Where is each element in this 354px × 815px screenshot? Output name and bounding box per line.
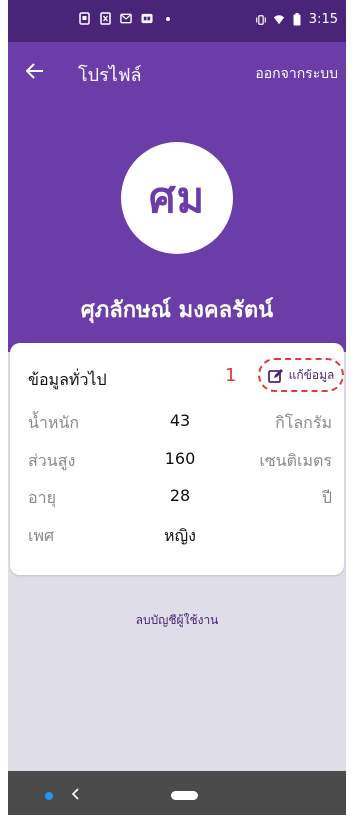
info-row-weight: น้ำหนัก 43 กิโลกรัม — [10, 411, 344, 435]
row-unit: เซนติเมตร — [259, 451, 332, 470]
info-row-height: ส่วนสูง 160 เซนติเมตร — [10, 449, 344, 473]
phone-screen: 3:15 โปรไฟล์ ออกจากระบบ ศม ศุภลักษณ์ มงค… — [0, 0, 354, 815]
row-unit: กิโลกรัม — [275, 413, 332, 432]
info-row-age: อายุ 28 ปี — [10, 486, 344, 510]
status-time: 3:15 — [308, 12, 338, 27]
row-value: 28 — [169, 486, 191, 505]
notification-dot — [166, 16, 170, 21]
app-screen: 3:15 โปรไฟล์ ออกจากระบบ ศม ศุภลักษณ์ มงค… — [8, 0, 346, 815]
general-info-card: ข้อมูลทั่วไป 1 แก้ข้อมูล น้ำหนัก 43 กิโล… — [10, 343, 344, 575]
gb-icon — [141, 12, 153, 25]
assistant-dot-icon — [45, 792, 53, 800]
nav-home-pill[interactable] — [171, 791, 198, 800]
card-title: ข้อมูลทั่วไป — [28, 370, 107, 389]
row-value: 160 — [164, 449, 196, 468]
wifi-icon — [273, 13, 285, 26]
row-label: เพศ — [28, 526, 55, 545]
excel-icon — [99, 12, 111, 25]
annotation-marker: 1 — [225, 365, 237, 386]
user-full-name: ศุภลักษณ์ มงคลรัตน์ — [80, 298, 274, 323]
edit-info-label: แก้ข้อมูล — [288, 367, 335, 382]
edit-info-button[interactable]: แก้ข้อมูล — [258, 358, 344, 392]
system-nav-bar — [8, 771, 346, 815]
row-value: หญิง — [164, 526, 196, 545]
logout-button[interactable]: ออกจากระบบ — [255, 63, 338, 85]
nav-back-button[interactable] — [71, 785, 80, 804]
vibrate-icon — [255, 13, 267, 26]
battery-icon — [291, 13, 303, 26]
status-bar: 3:15 — [8, 0, 346, 42]
arrow-left-icon — [26, 63, 43, 79]
info-row-gender: เพศ หญิง — [10, 524, 344, 548]
profile-header: โปรไฟล์ ออกจากระบบ ศม ศุภลักษณ์ มงคลรัตน… — [8, 42, 346, 352]
app-bar: โปรไฟล์ ออกจากระบบ — [8, 42, 346, 100]
page-title: โปรไฟล์ — [78, 65, 142, 86]
status-icons-left — [78, 12, 170, 25]
avatar-initials: ศม — [148, 173, 206, 222]
row-unit: ปี — [321, 488, 332, 507]
screenshot-icon — [78, 12, 90, 25]
row-label: ส่วนสูง — [28, 451, 76, 470]
row-label: อายุ — [28, 488, 56, 507]
row-label: น้ำหนัก — [28, 413, 80, 432]
frame-left — [0, 0, 8, 815]
frame-right — [346, 0, 354, 815]
status-icons-right: 3:15 — [255, 12, 338, 27]
delete-account-link[interactable]: ลบบัญชีผู้ใช้งาน — [8, 611, 346, 630]
edit-icon — [267, 368, 283, 383]
chevron-left-icon — [71, 788, 79, 800]
gmail-icon — [120, 12, 132, 25]
back-button[interactable] — [20, 56, 50, 86]
row-value: 43 — [169, 411, 191, 430]
avatar: ศม — [121, 142, 233, 254]
